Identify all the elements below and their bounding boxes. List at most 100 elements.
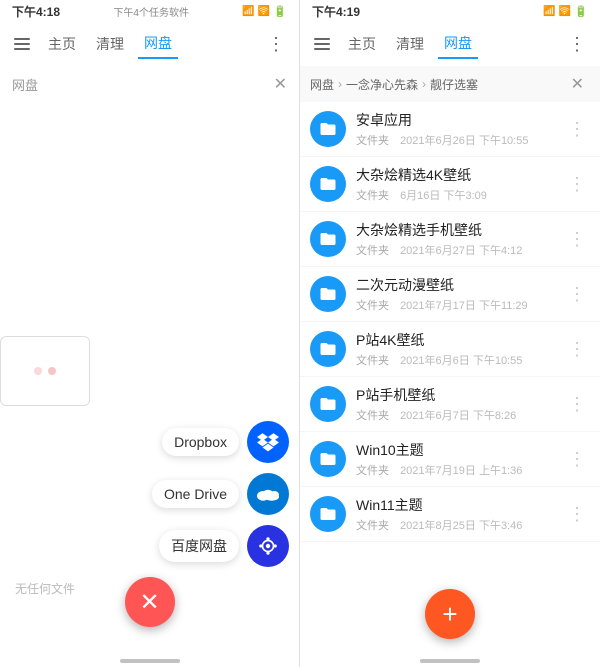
- file-name-1: 大杂烩精选4K壁纸: [356, 165, 554, 185]
- breadcrumb-sep-2: ›: [422, 77, 426, 91]
- right-signal-icon: 📶: [543, 6, 555, 17]
- fab-close-btn[interactable]: ✕: [125, 577, 175, 627]
- cloud-service-baidu: 百度网盘: [159, 525, 289, 567]
- left-time: 下午4:18: [12, 3, 60, 20]
- folder-svg-3: [319, 285, 337, 303]
- dropbox-btn[interactable]: [247, 421, 289, 463]
- file-item-4[interactable]: P站4K壁纸 文件夹 2021年6月6日 下午10:55 ⋮: [300, 322, 600, 377]
- file-name-5: P站手机壁纸: [356, 385, 554, 405]
- folder-svg-6: [319, 450, 337, 468]
- onedrive-icon: [257, 486, 279, 502]
- file-more-btn-6[interactable]: ⋮: [564, 449, 590, 470]
- file-date-2: 2021年6月27日 下午4:12: [400, 245, 522, 257]
- signal-icon: 📶: [242, 6, 254, 17]
- baidu-label: 百度网盘: [159, 530, 239, 562]
- empty-text: 无任何文件: [15, 580, 75, 597]
- file-item-5[interactable]: P站手机壁纸 文件夹 2021年6月7日 下午8:26 ⋮: [300, 377, 600, 432]
- left-status-bar: 下午4:18 下午4个任务软件 📶 🛜 🔋: [0, 0, 299, 22]
- fab-add-btn[interactable]: +: [425, 589, 475, 639]
- file-meta-7: 文件夹 2021年8月25日 下午3:46: [356, 517, 554, 533]
- nav-more-right[interactable]: ⋮: [564, 30, 590, 59]
- file-date-5: 2021年6月7日 下午8:26: [400, 410, 516, 422]
- left-home-indicator: [0, 647, 299, 667]
- file-item-6[interactable]: Win10主题 文件夹 2021年7月19日 上午1:36 ⋮: [300, 432, 600, 487]
- file-date-6: 2021年7月19日 上午1:36: [400, 465, 522, 477]
- empty-area: 无任何文件: [0, 102, 90, 647]
- file-more-btn-5[interactable]: ⋮: [564, 394, 590, 415]
- cloud-label-text: 网盘: [12, 75, 38, 94]
- file-type-5: 文件夹: [356, 410, 389, 422]
- cloud-service-dropbox: Dropbox: [162, 421, 289, 463]
- file-name-3: 二次元动漫壁纸: [356, 275, 554, 295]
- wifi-icon: 🛜: [258, 6, 270, 17]
- right-wifi-icon: 🛜: [559, 6, 571, 17]
- dot-2: [48, 367, 56, 375]
- file-item-0[interactable]: 安卓应用 文件夹 2021年6月26日 下午10:55 ⋮: [300, 102, 600, 157]
- file-info-6: Win10主题 文件夹 2021年7月19日 上午1:36: [356, 440, 554, 478]
- cloud-close-btn[interactable]: ✕: [274, 74, 287, 94]
- baidu-btn[interactable]: [247, 525, 289, 567]
- onedrive-label: One Drive: [152, 480, 239, 508]
- file-more-btn-0[interactable]: ⋮: [564, 119, 590, 140]
- breadcrumb-level2[interactable]: 靓仔选塞: [430, 76, 478, 93]
- breadcrumb-close-btn[interactable]: ✕: [565, 72, 590, 96]
- file-meta-0: 文件夹 2021年6月26日 下午10:55: [356, 132, 554, 148]
- file-type-6: 文件夹: [356, 465, 389, 477]
- nav-home-left[interactable]: 主页: [42, 30, 82, 58]
- file-more-btn-1[interactable]: ⋮: [564, 174, 590, 195]
- breadcrumb-root[interactable]: 网盘: [310, 76, 334, 93]
- file-list: 安卓应用 文件夹 2021年6月26日 下午10:55 ⋮ 大杂烩精选4K壁纸 …: [300, 102, 600, 587]
- right-status-bar: 下午4:19 📶 🛜 🔋: [300, 0, 600, 22]
- battery-icon: 🔋: [273, 5, 287, 18]
- empty-dots: [34, 367, 56, 375]
- left-status-subtitle: 下午4个任务软件: [113, 4, 189, 19]
- home-indicator-bar-right: [420, 659, 480, 663]
- file-meta-6: 文件夹 2021年7月19日 上午1:36: [356, 462, 554, 478]
- nav-home-right[interactable]: 主页: [342, 30, 382, 58]
- file-item-1[interactable]: 大杂烩精选4K壁纸 文件夹 6月16日 下午3:09 ⋮: [300, 157, 600, 212]
- right-status-icons: 📶 🛜 🔋: [543, 5, 588, 18]
- file-info-3: 二次元动漫壁纸 文件夹 2021年7月17日 下午11:29: [356, 275, 554, 313]
- file-date-0: 2021年6月26日 下午10:55: [400, 135, 528, 147]
- file-info-1: 大杂烩精选4K壁纸 文件夹 6月16日 下午3:09: [356, 165, 554, 203]
- right-nav-bar: 主页 清理 网盘 ⋮: [300, 22, 600, 66]
- file-type-3: 文件夹: [356, 300, 389, 312]
- file-more-btn-4[interactable]: ⋮: [564, 339, 590, 360]
- dropbox-icon: [257, 431, 279, 453]
- file-meta-1: 文件夹 6月16日 下午3:09: [356, 187, 554, 203]
- nav-cloud-right[interactable]: 网盘: [438, 29, 478, 59]
- file-more-btn-2[interactable]: ⋮: [564, 229, 590, 250]
- file-name-4: P站4K壁纸: [356, 330, 554, 350]
- folder-icon-5: [310, 386, 346, 422]
- file-name-6: Win10主题: [356, 440, 554, 460]
- file-type-1: 文件夹: [356, 190, 389, 202]
- file-more-btn-7[interactable]: ⋮: [564, 504, 590, 525]
- file-item-2[interactable]: 大杂烩精选手机壁纸 文件夹 2021年6月27日 下午4:12 ⋮: [300, 212, 600, 267]
- fab-close-icon: ✕: [139, 588, 159, 617]
- file-meta-4: 文件夹 2021年6月6日 下午10:55: [356, 352, 554, 368]
- file-meta-2: 文件夹 2021年6月27日 下午4:12: [356, 242, 554, 258]
- right-time: 下午4:19: [312, 3, 360, 20]
- file-item-7[interactable]: Win11主题 文件夹 2021年8月25日 下午3:46 ⋮: [300, 487, 600, 542]
- file-info-0: 安卓应用 文件夹 2021年6月26日 下午10:55: [356, 110, 554, 148]
- left-status-icons: 📶 🛜 🔋: [242, 5, 287, 18]
- dropbox-label: Dropbox: [162, 428, 239, 456]
- breadcrumb-level1[interactable]: 一念净心先森: [346, 76, 418, 93]
- nav-cloud-left[interactable]: 网盘: [138, 29, 178, 59]
- empty-illustration: [0, 336, 90, 406]
- nav-clean-right[interactable]: 清理: [390, 30, 430, 58]
- nav-more-left[interactable]: ⋮: [263, 30, 289, 59]
- hamburger-menu[interactable]: [10, 34, 34, 54]
- folder-svg-5: [319, 395, 337, 413]
- file-item-3[interactable]: 二次元动漫壁纸 文件夹 2021年7月17日 下午11:29 ⋮: [300, 267, 600, 322]
- folder-icon-4: [310, 331, 346, 367]
- breadcrumb-sep-1: ›: [338, 77, 342, 91]
- onedrive-btn[interactable]: [247, 473, 289, 515]
- nav-clean-left[interactable]: 清理: [90, 30, 130, 58]
- folder-icon-7: [310, 496, 346, 532]
- right-panel: 下午4:19 📶 🛜 🔋 主页 清理 网盘 ⋮ 网盘 › 一念净心先森 › 靓仔…: [300, 0, 600, 667]
- file-name-0: 安卓应用: [356, 110, 554, 130]
- file-more-btn-3[interactable]: ⋮: [564, 284, 590, 305]
- right-hamburger-menu[interactable]: [310, 34, 334, 54]
- file-info-5: P站手机壁纸 文件夹 2021年6月7日 下午8:26: [356, 385, 554, 423]
